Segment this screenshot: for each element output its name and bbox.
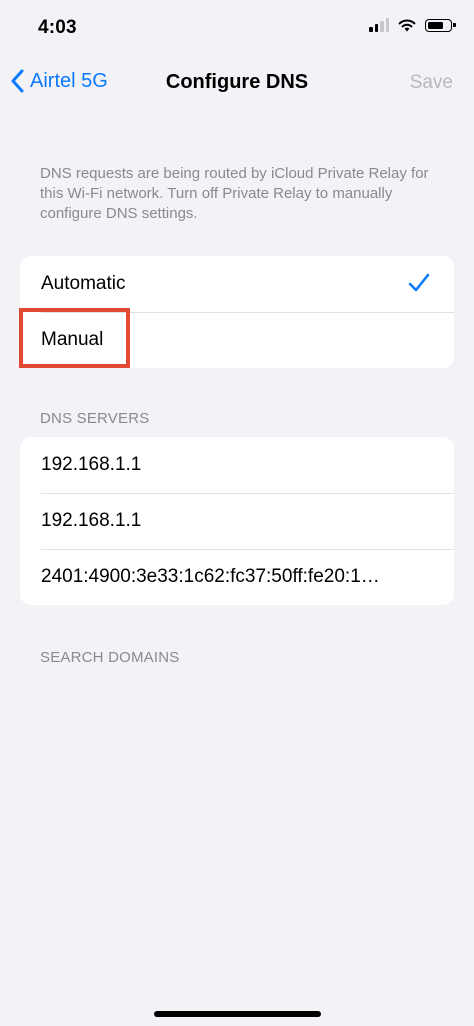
back-button[interactable]: Airtel 5G — [10, 69, 108, 93]
dns-server-address: 192.168.1.1 — [41, 510, 142, 531]
private-relay-note: DNS requests are being routed by iCloud … — [40, 165, 429, 222]
back-button-label: Airtel 5G — [30, 69, 108, 92]
status-icons — [369, 18, 456, 32]
option-automatic[interactable]: Automatic — [20, 256, 454, 312]
dns-server-row[interactable]: 2401:4900:3e33:1c62:fc37:50ff:fe20:1… — [20, 549, 454, 605]
option-manual-label: Manual — [41, 329, 104, 350]
dns-servers-group: 192.168.1.1 192.168.1.1 2401:4900:3e33:1… — [20, 437, 454, 605]
option-manual[interactable]: Manual — [20, 312, 454, 368]
dns-mode-group: Automatic Manual — [20, 256, 454, 368]
status-time: 4:03 — [38, 17, 77, 38]
chevron-left-icon — [11, 69, 24, 93]
navigation-bar: Airtel 5G Configure DNS Save — [0, 58, 474, 110]
save-button[interactable]: Save — [410, 72, 453, 94]
option-automatic-label: Automatic — [41, 273, 126, 294]
dns-server-address: 192.168.1.1 — [41, 454, 142, 475]
wifi-icon — [398, 18, 416, 31]
home-indicator — [154, 1011, 321, 1017]
search-domains-header: SEARCH DOMAINS — [40, 649, 180, 666]
checkmark-icon — [408, 273, 430, 292]
dns-server-row[interactable]: 192.168.1.1 — [20, 437, 454, 493]
dns-servers-header: DNS SERVERS — [40, 410, 150, 427]
dns-server-row[interactable]: 192.168.1.1 — [20, 493, 454, 549]
dns-server-address: 2401:4900:3e33:1c62:fc37:50ff:fe20:1… — [41, 566, 380, 587]
battery-icon — [425, 18, 456, 32]
status-bar: 4:03 — [0, 0, 474, 58]
cellular-signal-icon — [369, 18, 389, 32]
